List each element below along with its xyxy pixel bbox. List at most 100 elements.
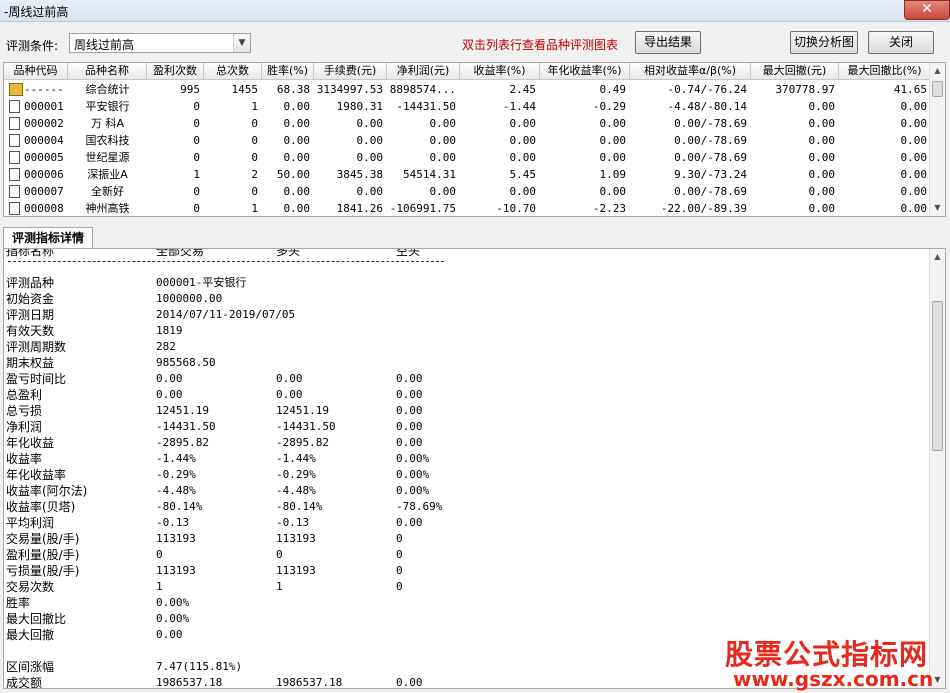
cell-winrate: 0.00 <box>283 117 311 130</box>
cell-maxddr: 0.00 <box>900 151 928 164</box>
cell-name: 综合统计 <box>85 83 130 96</box>
column-header[interactable]: 盈利次数 <box>147 63 204 80</box>
cell-wins: 995 <box>180 83 200 96</box>
table-row[interactable]: 000008 神州高铁 0 1 0.00 1841.26 -106991.75 -10.70 -… <box>4 200 931 216</box>
details-scrollbar[interactable]: ▲ ▼ <box>929 249 945 688</box>
column-header[interactable]: 总次数 <box>204 63 262 80</box>
cell-profit: 0.00 <box>429 134 457 147</box>
cell-profit: 0.00 <box>429 117 457 130</box>
metric-value: -4.48% <box>156 484 196 497</box>
cell-maxdd: 0.00 <box>808 134 836 147</box>
metric-value: -1.44% <box>276 452 316 465</box>
summary-icon <box>9 83 23 96</box>
metric-value: 282 <box>156 340 176 353</box>
scroll-up-icon[interactable]: ▲ <box>930 63 945 79</box>
cell-winrate: 0.00 <box>283 151 311 164</box>
table-row[interactable]: 000006 深振业A 1 2 50.00 3845.38 54514.31 5.45 1.09… <box>4 166 931 183</box>
cell-total: 1 <box>251 100 258 113</box>
column-header[interactable]: 收益率(%) <box>460 63 540 80</box>
metric-name: 评测日期 <box>6 308 55 322</box>
site-watermark: 股票公式指标网 www.gszx.com.cn <box>725 633 945 691</box>
details-row: 评测日期 2014/07/11-2019/07/05 <box>4 307 924 323</box>
cell-annual: -2.23 <box>592 202 626 215</box>
cell-ret: 5.45 <box>509 168 537 181</box>
column-header[interactable]: 最大回撤(元) <box>751 63 839 80</box>
details-header-cell: 空头 <box>396 248 421 258</box>
metric-value: 0.00 <box>156 388 183 401</box>
condition-select[interactable]: 周线过前高 ▼ <box>69 33 251 53</box>
metric-value: 1986537.18 <box>276 676 343 689</box>
scroll-thumb[interactable] <box>932 301 943 451</box>
evaluation-details-panel: 指标名称 全部交易 多头 空头 评测品种 000001-平安银行 初始资金 1000000.0… <box>3 248 946 689</box>
cell-relative: 0.00/-78.69 <box>674 117 747 130</box>
cell-total: 0 <box>251 134 258 147</box>
cell-maxdd: 0.00 <box>808 151 836 164</box>
metric-value: -14431.50 <box>156 420 216 433</box>
metric-name: 区间涨幅 <box>6 660 55 674</box>
table-row[interactable]: 000004 国农科技 0 0 0.00 0.00 0.00 0.00 0.00 0.00/-78… <box>4 132 931 149</box>
scroll-thumb[interactable] <box>932 81 943 97</box>
cell-maxdd: 0.00 <box>808 117 836 130</box>
window-title: -周线过前高 <box>4 5 69 19</box>
export-results-button[interactable]: 导出结果 <box>635 31 701 54</box>
column-header[interactable]: 品种名称 <box>68 63 147 80</box>
cell-profit: -106991.75 <box>389 202 456 215</box>
metric-value: 113193 <box>156 564 196 577</box>
table-row[interactable]: ------ 综合统计 995 1455 68.38 3134997.53 8898574.… <box>4 81 931 98</box>
cell-total: 0 <box>251 185 258 198</box>
table-row[interactable]: 000001 平安银行 0 1 0.00 1980.31 -14431.50 -1.44 -0.… <box>4 98 931 115</box>
metric-name: 收益率(贝塔) <box>6 500 76 514</box>
close-button[interactable]: 关闭 <box>868 31 934 54</box>
cell-name: 国农科技 <box>85 134 130 147</box>
cell-maxdd: 0.00 <box>808 100 836 113</box>
tab-evaluation-details[interactable]: 评测指标详情 <box>3 227 93 249</box>
document-icon <box>9 185 20 198</box>
metric-name: 亏损量(股/手) <box>6 564 80 578</box>
table-row[interactable]: 000007 全新好 0 0 0.00 0.00 0.00 0.00 0.00 0.00/-78.… <box>4 183 931 200</box>
window-close-button[interactable]: ✕ <box>904 0 950 20</box>
table-row[interactable]: 000002 万 科A 0 0 0.00 0.00 0.00 0.00 0.00 0.00/-78… <box>4 115 931 132</box>
column-header[interactable]: 手续费(元) <box>314 63 387 80</box>
scroll-down-icon[interactable]: ▼ <box>930 200 945 216</box>
cell-wins: 0 <box>193 151 200 164</box>
metric-value: 0 <box>276 548 283 561</box>
cell-code: 000007 <box>24 185 64 198</box>
cell-ret: 0.00 <box>509 151 537 164</box>
column-header[interactable]: 相对收益率α/β(%) <box>630 63 751 80</box>
cell-relative: -22.00/-89.39 <box>660 202 747 215</box>
metric-name: 胜率 <box>6 596 31 610</box>
scroll-up-icon[interactable]: ▲ <box>930 249 945 265</box>
table-row[interactable]: 000005 世纪星源 0 0 0.00 0.00 0.00 0.00 0.00 0.00/-78… <box>4 149 931 166</box>
metric-name: 评测周期数 <box>6 340 67 354</box>
column-header[interactable]: 净利润(元) <box>387 63 460 80</box>
cell-code: 000006 <box>24 168 64 181</box>
details-row: 收益率 -1.44% -1.44% 0.00% <box>4 451 924 467</box>
metric-value: 0.00% <box>396 468 430 481</box>
metric-name: 成交额 <box>6 676 43 689</box>
metric-value: -14431.50 <box>276 420 336 433</box>
cell-relative: 0.00/-78.69 <box>674 134 747 147</box>
column-header[interactable]: 年化收益率(%) <box>540 63 630 80</box>
metric-value: -0.13 <box>156 516 190 529</box>
metric-name: 初始资金 <box>6 292 55 306</box>
column-header[interactable]: 品种代码 <box>4 63 68 80</box>
cell-code: 000005 <box>24 151 64 164</box>
metric-name: 评测品种 <box>6 276 55 290</box>
toolbar: 评测条件: 周线过前高 ▼ 双击列表行查看品种评测图表 导出结果 切换分析图 关… <box>0 26 950 60</box>
cell-profit: 8898574... <box>389 83 456 96</box>
details-row: 盈利量(股/手) 0 0 0 <box>4 547 924 563</box>
table-scrollbar[interactable]: ▲ ▼ <box>929 63 945 216</box>
cell-relative: -0.74/-76.24 <box>667 83 747 96</box>
column-header[interactable]: 最大回撤比(%) <box>839 63 931 80</box>
metric-value: -80.14% <box>156 500 203 513</box>
details-row: 收益率(贝塔) -80.14% -80.14% -78.69% <box>4 499 924 515</box>
details-row: 期末权益 985568.50 <box>4 355 924 371</box>
chevron-down-icon[interactable]: ▼ <box>233 34 250 52</box>
details-row: 年化收益 -2895.82 -2895.82 0.00 <box>4 435 924 451</box>
metric-value: 12451.19 <box>156 404 209 417</box>
metric-value: -0.29% <box>276 468 316 481</box>
metric-value: 12451.19 <box>276 404 329 417</box>
details-row: 亏损量(股/手) 113193 113193 0 <box>4 563 924 579</box>
switch-chart-button[interactable]: 切换分析图 <box>790 31 858 54</box>
column-header[interactable]: 胜率(%) <box>262 63 314 80</box>
